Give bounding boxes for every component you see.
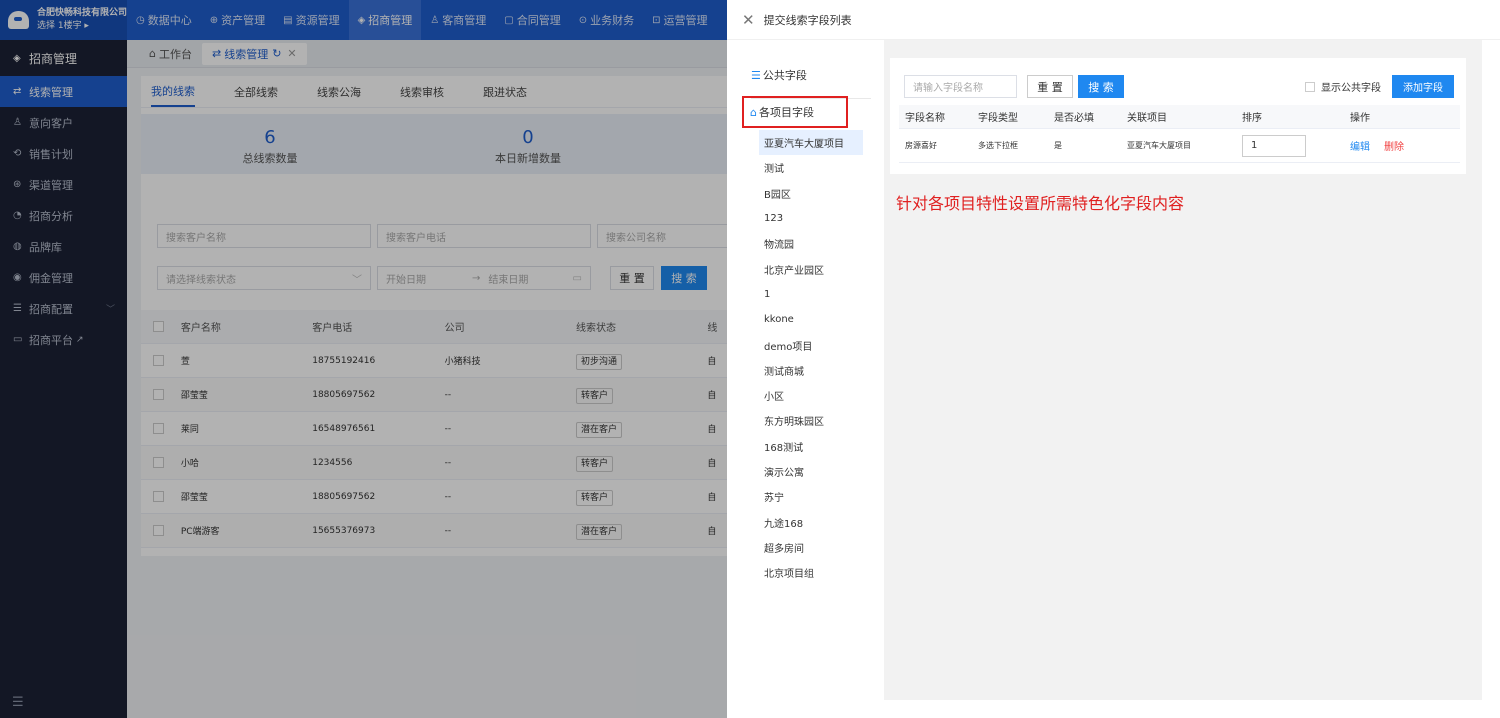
lead-fields-drawer: ✕ 提交线索字段列表 ☰ 公共字段 ⌂ 各项目字段 亚夏汽车大厦项目 测试 B园区 … bbox=[727, 0, 1500, 718]
search-button[interactable]: 搜 索 bbox=[1078, 75, 1124, 98]
sort-order-input[interactable]: 1 bbox=[1242, 134, 1306, 157]
project-item[interactable]: 168测试 bbox=[759, 434, 863, 459]
project-item[interactable]: 北京产业园区 bbox=[759, 256, 863, 281]
table-header: 字段名称 字段类型 是否必填 关联项目 排序 操作 bbox=[899, 105, 1460, 129]
project-item[interactable]: 123 bbox=[759, 206, 863, 231]
project-item[interactable]: 超多房间 bbox=[759, 535, 863, 560]
project-item[interactable]: kkone bbox=[759, 307, 863, 332]
delete-link[interactable]: 删除 bbox=[1384, 142, 1404, 153]
project-item[interactable]: 物流园 bbox=[759, 231, 863, 256]
public-fields-item[interactable]: ☰ 公共字段 bbox=[751, 66, 871, 99]
project-item[interactable]: 测试 bbox=[759, 155, 863, 180]
project-item[interactable]: 演示公寓 bbox=[759, 459, 863, 484]
project-item[interactable]: demo项目 bbox=[759, 332, 863, 357]
close-icon[interactable]: ✕ bbox=[742, 11, 755, 29]
table-row: 房源喜好 多选下拉框 是 亚夏汽车大厦项目 1 编辑 删除 bbox=[899, 129, 1460, 163]
project-item[interactable]: 苏宁 bbox=[759, 484, 863, 509]
project-item[interactable]: 九途168 bbox=[759, 509, 863, 534]
field-category-tree: ☰ 公共字段 ⌂ 各项目字段 亚夏汽车大厦项目 测试 B园区 123 物流园 北京产… bbox=[727, 40, 875, 718]
project-item[interactable]: 北京项目组 bbox=[759, 560, 863, 585]
add-field-button[interactable]: 添加字段 bbox=[1392, 75, 1454, 98]
field-name-search-input[interactable]: 请输入字段名称 bbox=[904, 75, 1017, 98]
modal-mask[interactable] bbox=[0, 0, 727, 718]
project-item[interactable]: B园区 bbox=[759, 181, 863, 206]
project-item[interactable]: 小区 bbox=[759, 383, 863, 408]
checkbox[interactable] bbox=[1305, 81, 1315, 92]
show-public-fields-checkbox[interactable]: 显示公共字段 bbox=[1305, 79, 1381, 94]
reset-button[interactable]: 重 置 bbox=[1027, 75, 1073, 98]
home-icon: ⌂ bbox=[750, 105, 757, 119]
field-list-area: 请输入字段名称 重 置 搜 索 显示公共字段 添加字段 字段名称 字段类型 是否… bbox=[884, 40, 1482, 700]
drawer-title: 提交线索字段列表 bbox=[763, 13, 852, 27]
project-item[interactable]: 亚夏汽车大厦项目 bbox=[759, 130, 863, 156]
project-fields-item[interactable]: ⌂ 各项目字段 bbox=[742, 96, 848, 128]
project-item[interactable]: 东方明珠园区 bbox=[759, 408, 863, 433]
drawer-header: ✕ 提交线索字段列表 bbox=[727, 0, 1500, 40]
project-item[interactable]: 1 bbox=[759, 282, 863, 307]
field-list-panel: 请输入字段名称 重 置 搜 索 显示公共字段 添加字段 字段名称 字段类型 是否… bbox=[890, 58, 1466, 174]
fields-table: 字段名称 字段类型 是否必填 关联项目 排序 操作 房源喜好 多选下拉框 是 亚… bbox=[899, 105, 1460, 163]
list-icon: ☰ bbox=[751, 68, 761, 82]
edit-link[interactable]: 编辑 bbox=[1350, 142, 1370, 153]
project-item[interactable]: 测试商城 bbox=[759, 358, 863, 383]
project-list: 亚夏汽车大厦项目 测试 B园区 123 物流园 北京产业园区 1 kkone d… bbox=[759, 130, 863, 585]
annotation-text: 针对各项目特性设置所需特色化字段内容 bbox=[896, 194, 1185, 213]
